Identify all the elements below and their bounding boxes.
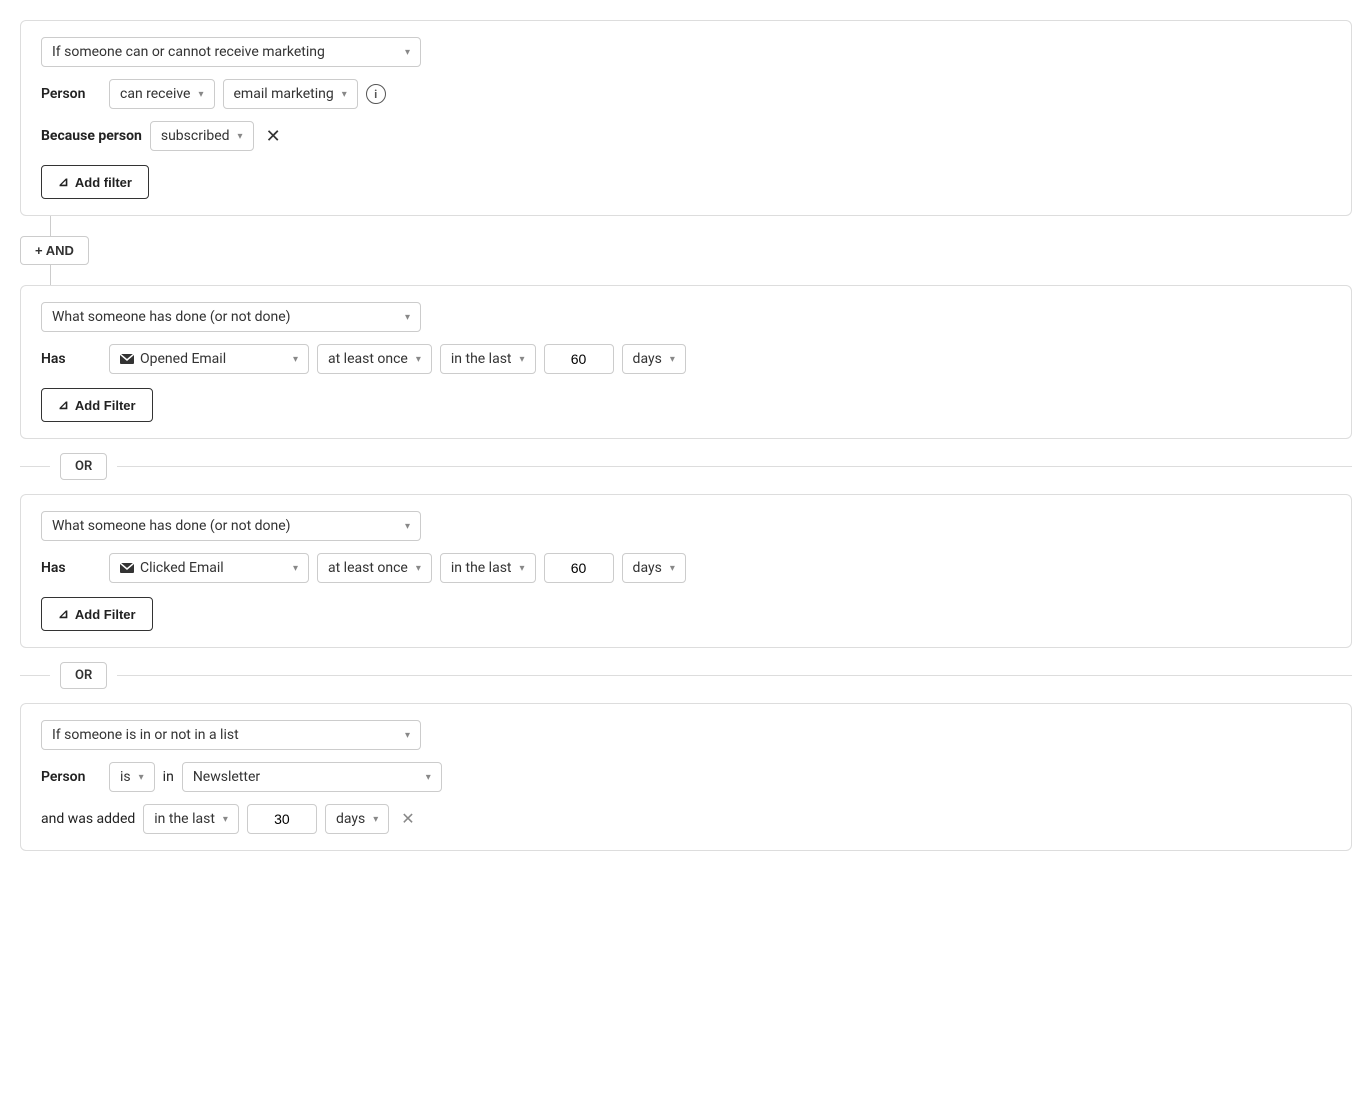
add-filter-button-3[interactable]: ⊿ Add Filter bbox=[41, 597, 153, 631]
clicked-email-block: What someone has done (or not done) ▾ Ha… bbox=[20, 494, 1352, 648]
has-label-1: Has bbox=[41, 351, 101, 367]
can-receive-chevron-icon: ▾ bbox=[198, 89, 203, 100]
time-value-input-1[interactable] bbox=[544, 344, 614, 374]
because-person-label: Because person bbox=[41, 128, 142, 144]
add-filter-icon-3: ⊿ bbox=[58, 606, 69, 622]
opened-email-block: What someone has done (or not done) ▾ Ha… bbox=[20, 285, 1352, 439]
add-filter-button-1[interactable]: ⊿ Add filter bbox=[41, 165, 149, 199]
and-was-added-label: and was added bbox=[41, 811, 135, 827]
added-time-unit-dropdown[interactable]: days ▾ bbox=[325, 804, 389, 834]
and-button[interactable]: + AND bbox=[20, 236, 89, 265]
clicked-email-dropdown[interactable]: Clicked Email ▾ bbox=[109, 553, 309, 583]
has-label-2: Has bbox=[41, 560, 101, 576]
marketing-type-chevron-icon: ▾ bbox=[342, 89, 347, 100]
marketing-type-dropdown[interactable]: email marketing ▾ bbox=[223, 79, 358, 109]
list-main-chevron-icon: ▾ bbox=[405, 730, 410, 741]
remove-subscribed-button[interactable]: ✕ bbox=[262, 126, 285, 147]
has-done-2-chevron-icon: ▾ bbox=[405, 521, 410, 532]
marketing-main-chevron-icon: ▾ bbox=[405, 47, 410, 58]
opened-email-dropdown[interactable]: Opened Email ▾ bbox=[109, 344, 309, 374]
connector-and-bottom bbox=[20, 265, 1352, 285]
subscribed-dropdown[interactable]: subscribed ▾ bbox=[150, 121, 254, 151]
email-icon-1 bbox=[120, 354, 134, 364]
list-condition-block: If someone is in or not in a list ▾ Pers… bbox=[20, 703, 1352, 851]
list-chevron-icon: ▾ bbox=[426, 772, 431, 783]
person-label-1: Person bbox=[41, 86, 101, 102]
or-button-1[interactable]: OR bbox=[60, 453, 107, 480]
connector-and bbox=[20, 216, 1352, 236]
person-label-2: Person bbox=[41, 769, 101, 785]
vertical-line-2 bbox=[50, 265, 51, 285]
marketing-main-dropdown[interactable]: If someone can or cannot receive marketi… bbox=[41, 37, 421, 67]
has-done-1-chevron-icon: ▾ bbox=[405, 312, 410, 323]
time-filter-2-chevron-icon: ▾ bbox=[520, 563, 525, 574]
or-separator-1: OR bbox=[20, 453, 1352, 480]
or-separator-2: OR bbox=[20, 662, 1352, 689]
frequency-dropdown-2[interactable]: at least once ▾ bbox=[317, 553, 432, 583]
marketing-condition-block: If someone can or cannot receive marketi… bbox=[20, 20, 1352, 216]
added-time-value-input[interactable] bbox=[247, 804, 317, 834]
list-main-dropdown[interactable]: If someone is in or not in a list ▾ bbox=[41, 720, 421, 750]
frequency-1-chevron-icon: ▾ bbox=[416, 354, 421, 365]
time-unit-dropdown-2[interactable]: days ▾ bbox=[622, 553, 686, 583]
has-done-dropdown-2[interactable]: What someone has done (or not done) ▾ bbox=[41, 511, 421, 541]
time-unit-1-chevron-icon: ▾ bbox=[670, 354, 675, 365]
frequency-dropdown-1[interactable]: at least once ▾ bbox=[317, 344, 432, 374]
list-name-dropdown[interactable]: Newsletter ▾ bbox=[182, 762, 442, 792]
time-value-input-2[interactable] bbox=[544, 553, 614, 583]
subscribed-chevron-icon: ▾ bbox=[238, 131, 243, 142]
added-time-filter-dropdown[interactable]: in the last ▾ bbox=[143, 804, 239, 834]
is-dropdown[interactable]: is ▾ bbox=[109, 762, 155, 792]
in-label: in bbox=[163, 769, 174, 785]
remove-added-filter-button[interactable]: ✕ bbox=[397, 809, 418, 829]
email-icon-2 bbox=[120, 563, 134, 573]
time-filter-dropdown-1[interactable]: in the last ▾ bbox=[440, 344, 536, 374]
is-chevron-icon: ▾ bbox=[139, 772, 144, 783]
time-unit-2-chevron-icon: ▾ bbox=[670, 563, 675, 574]
add-filter-icon-2: ⊿ bbox=[58, 397, 69, 413]
vertical-line-1 bbox=[50, 216, 51, 236]
add-filter-button-2[interactable]: ⊿ Add Filter bbox=[41, 388, 153, 422]
opened-email-chevron-icon: ▾ bbox=[293, 354, 298, 365]
time-filter-dropdown-2[interactable]: in the last ▾ bbox=[440, 553, 536, 583]
frequency-2-chevron-icon: ▾ bbox=[416, 563, 421, 574]
add-filter-icon-1: ⊿ bbox=[58, 174, 69, 190]
time-unit-dropdown-1[interactable]: days ▾ bbox=[622, 344, 686, 374]
added-time-unit-chevron-icon: ▾ bbox=[373, 814, 378, 825]
or-button-2[interactable]: OR bbox=[60, 662, 107, 689]
info-icon[interactable]: i bbox=[366, 84, 386, 104]
has-done-dropdown-1[interactable]: What someone has done (or not done) ▾ bbox=[41, 302, 421, 332]
clicked-email-chevron-icon: ▾ bbox=[293, 563, 298, 574]
time-filter-1-chevron-icon: ▾ bbox=[520, 354, 525, 365]
added-time-filter-chevron-icon: ▾ bbox=[223, 814, 228, 825]
can-receive-dropdown[interactable]: can receive ▾ bbox=[109, 79, 215, 109]
